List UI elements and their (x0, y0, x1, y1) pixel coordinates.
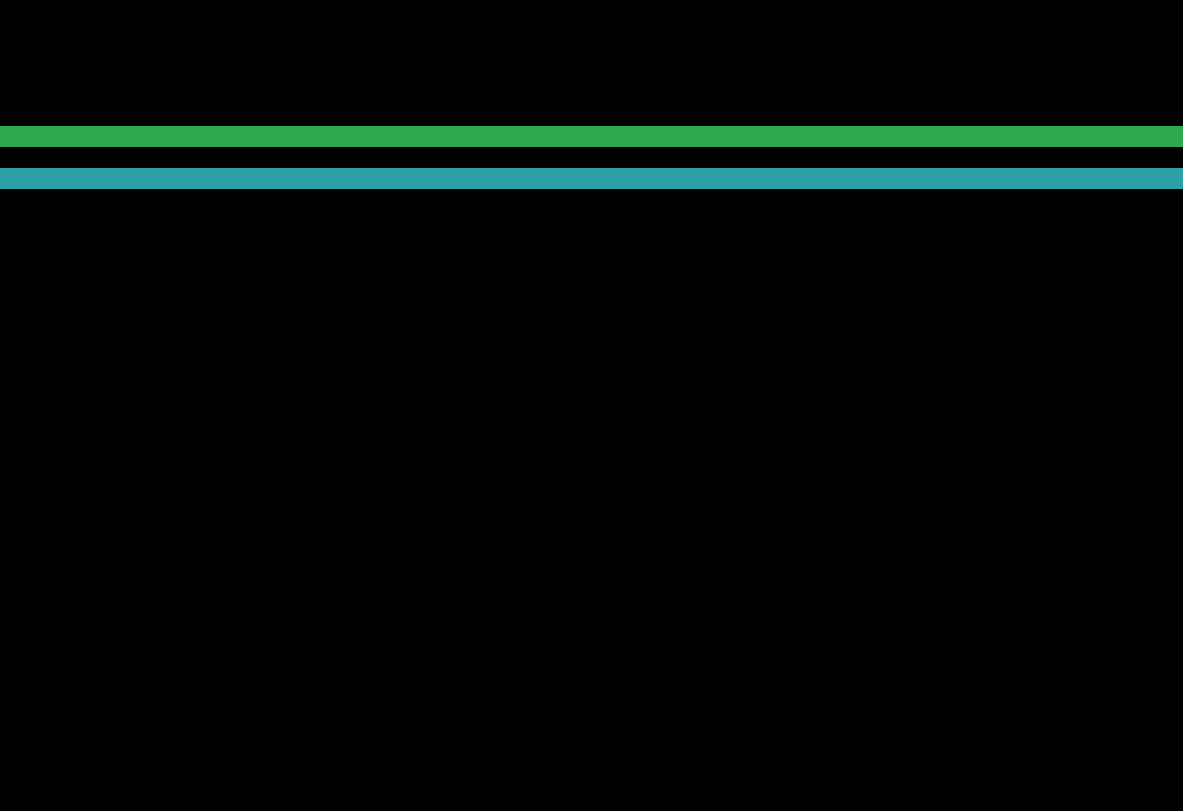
column-header[interactable] (0, 126, 1183, 147)
function-key-bar[interactable] (0, 790, 1183, 811)
htop-screen (0, 84, 1183, 252)
selected-process-row[interactable] (0, 168, 1183, 189)
